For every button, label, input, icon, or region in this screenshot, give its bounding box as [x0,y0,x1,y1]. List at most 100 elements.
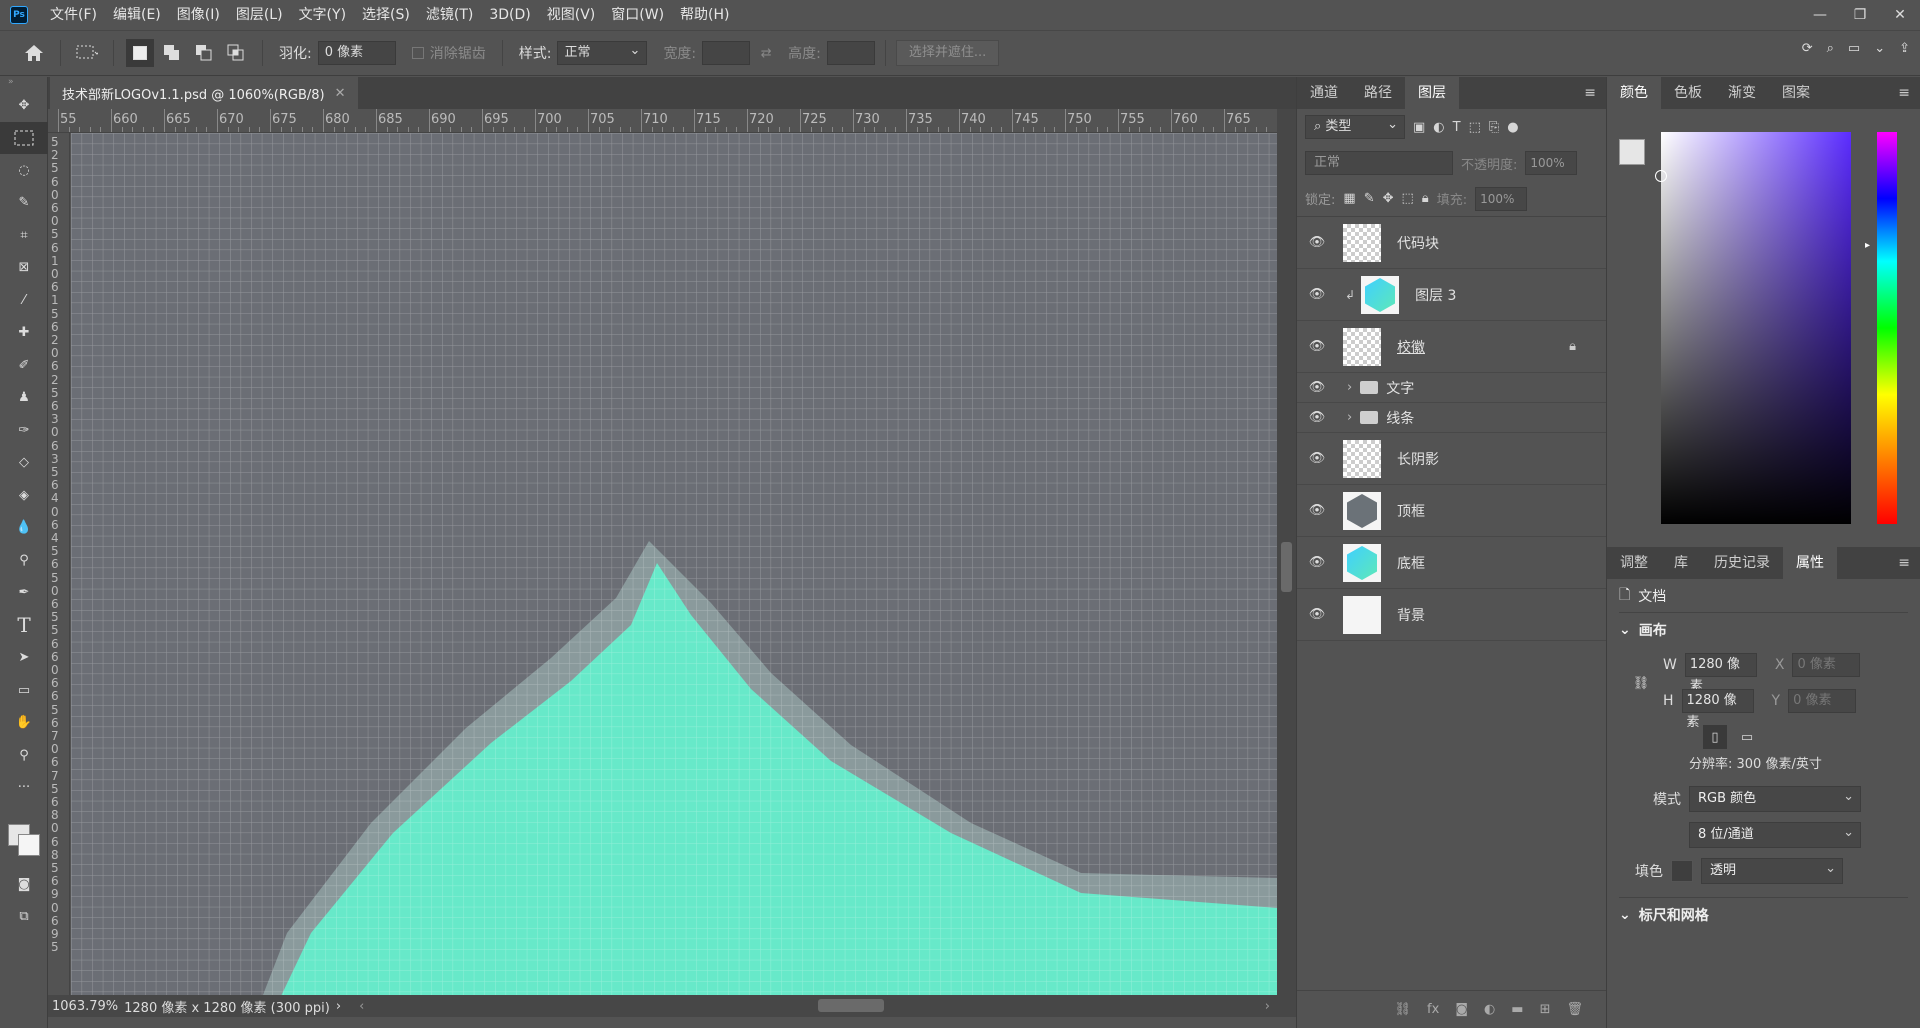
tab-layers[interactable]: 图层 [1405,77,1459,109]
chevron-right-icon[interactable]: › [1347,410,1352,425]
eyedropper-tool-icon[interactable]: ⁄ [0,284,48,317]
add-mask-icon[interactable]: ◙ [1455,1002,1468,1017]
panel-menu-icon[interactable]: ≡ [1898,555,1910,571]
hue-slider[interactable] [1877,132,1897,524]
layer-row[interactable]: 👁︎ 背景 [1297,589,1606,641]
visibility-eye-icon[interactable]: 👁︎ [1297,287,1337,302]
menu-filter[interactable]: 滤镜(T) [418,0,481,30]
feather-input[interactable]: 0 像素 [317,41,396,65]
tab-channels[interactable]: 通道 [1297,77,1351,109]
new-layer-icon[interactable]: ⊞ [1540,1002,1551,1017]
lock-artboard-icon[interactable]: ⬚ [1402,191,1414,206]
tab-libraries[interactable]: 库 [1661,547,1701,579]
tab-properties[interactable]: 属性 [1783,547,1837,579]
eraser-tool-icon[interactable]: ◇ [0,447,48,480]
more-tools-icon[interactable]: ··· [0,772,48,805]
menu-view[interactable]: 视图(V) [539,0,604,30]
visibility-eye-icon[interactable]: 👁︎ [1297,410,1337,425]
tab-patterns[interactable]: 图案 [1769,77,1823,109]
blend-mode-select[interactable]: 正常 [1305,151,1453,175]
panel-menu-icon[interactable]: ≡ [1898,85,1910,101]
collapse-icon[interactable]: » [0,77,47,89]
rulers-grid-section-header[interactable]: ⌄ 标尺和网格 [1619,897,1908,931]
history-brush-tool-icon[interactable]: ✑ [0,414,48,447]
chevron-down-icon[interactable]: ⌄ [1874,41,1885,56]
delete-layer-icon[interactable]: 🗑︎ [1566,1002,1583,1017]
portrait-orientation-icon[interactable]: ▯ [1703,725,1727,749]
close-icon[interactable]: ✕ [1880,0,1920,30]
horizontal-scroll-thumb[interactable] [818,999,884,1012]
filter-toggle-icon[interactable]: ● [1507,120,1518,135]
width-input[interactable] [702,41,751,65]
crop-tool-icon[interactable]: ⌗ [0,219,48,252]
brush-tool-icon[interactable]: ✐ [0,349,48,382]
menu-file[interactable]: 文件(F) [42,0,105,30]
fill-input[interactable]: 100% [1475,186,1528,211]
menu-3d[interactable]: 3D(D) [481,0,538,30]
search-icon[interactable]: ⌕ [1827,41,1834,56]
close-tab-icon[interactable]: ✕ [335,86,346,101]
move-tool-icon[interactable]: ✥ [0,89,48,122]
zoom-level[interactable]: 1063.79% [52,999,118,1014]
layer-row[interactable]: 👁︎ 代码块 [1297,217,1606,269]
quick-select-tool-icon[interactable]: ✎ [0,187,48,220]
marquee-tool-preset-icon[interactable] [73,39,101,67]
visibility-eye-icon[interactable]: 👁︎ [1297,380,1337,395]
pen-tool-icon[interactable]: ✒ [0,577,48,610]
share-icon[interactable]: ⟳ [1802,41,1813,56]
fill-color-swatch[interactable] [1671,860,1693,882]
new-group-icon[interactable]: ▬ [1511,1002,1523,1017]
tab-adjustments[interactable]: 调整 [1607,547,1661,579]
opacity-input[interactable]: 100% [1525,151,1578,175]
canvas-height-input[interactable]: 1280 像素 [1681,689,1754,730]
foreground-color-swatch[interactable] [1619,139,1645,165]
intersect-selection-icon[interactable] [222,39,250,67]
document-tab[interactable]: 技术部新LOGOv1.1.psd @ 1060%(RGB/8) ✕ [50,77,358,109]
menu-help[interactable]: 帮助(H) [672,0,737,30]
chevron-right-icon[interactable]: › [1347,380,1352,395]
add-selection-icon[interactable] [158,39,186,67]
share-export-icon[interactable]: ⇪ [1899,41,1910,56]
subtract-selection-icon[interactable] [190,39,218,67]
menu-edit[interactable]: 编辑(E) [105,0,169,30]
lock-transparent-icon[interactable]: ▦ [1343,191,1355,206]
screen-mode-icon[interactable]: ⧉ [0,901,48,934]
color-mode-select[interactable]: RGB 颜色 [1689,785,1861,812]
layer-group-row[interactable]: 👁︎ › 线条 [1297,403,1606,433]
clone-stamp-tool-icon[interactable]: ♟ [0,382,48,415]
canvas[interactable] [71,133,1277,995]
hand-tool-icon[interactable]: ✋ [0,707,48,740]
scroll-left-icon[interactable]: ‹ [359,999,364,1014]
visibility-eye-icon[interactable]: 👁︎ [1297,339,1337,354]
menu-select[interactable]: 选择(S) [354,0,418,30]
layer-row[interactable]: 👁︎ 顶框 [1297,485,1606,537]
layer-filter-select[interactable]: ⌕ 类型 ⌄ [1305,115,1405,139]
lock-position-icon[interactable]: ✥ [1383,191,1394,206]
minimize-icon[interactable]: — [1800,0,1840,30]
visibility-eye-icon[interactable]: 👁︎ [1297,451,1337,466]
frame-tool-icon[interactable]: ⊠ [0,252,48,285]
quick-mask-icon[interactable]: ◙ [0,868,48,901]
visibility-eye-icon[interactable]: 👁︎ [1297,555,1337,570]
filter-adjustment-icon[interactable]: ◐ [1433,120,1444,135]
layer-row[interactable]: 👁︎ 校徽 🔒︎ [1297,321,1606,373]
restore-icon[interactable]: ❐ [1840,0,1880,30]
rectangle-tool-icon[interactable]: ▭ [0,674,48,707]
menu-window[interactable]: 窗口(W) [603,0,672,30]
visibility-eye-icon[interactable]: 👁︎ [1297,503,1337,518]
lock-icon[interactable]: 🔒︎ [1569,339,1576,354]
visibility-eye-icon[interactable]: 👁︎ [1297,607,1337,622]
home-icon[interactable] [20,39,48,67]
vertical-scroll-thumb[interactable] [1281,542,1292,592]
swap-dimensions-icon[interactable]: ⇄ [752,39,780,67]
menu-layer[interactable]: 图层(L) [228,0,291,30]
tab-gradients[interactable]: 渐变 [1715,77,1769,109]
tab-color[interactable]: 颜色 [1607,77,1661,109]
panel-menu-icon[interactable]: ≡ [1584,85,1596,101]
fill-select[interactable]: 透明 [1701,857,1843,884]
adjustment-layer-icon[interactable]: ◐ [1484,1002,1495,1017]
filter-pixel-icon[interactable]: ▣ [1413,120,1425,135]
antialias-checkbox[interactable] [411,47,424,59]
filter-type-icon[interactable]: T [1453,120,1461,135]
landscape-orientation-icon[interactable]: ▭ [1735,725,1759,749]
